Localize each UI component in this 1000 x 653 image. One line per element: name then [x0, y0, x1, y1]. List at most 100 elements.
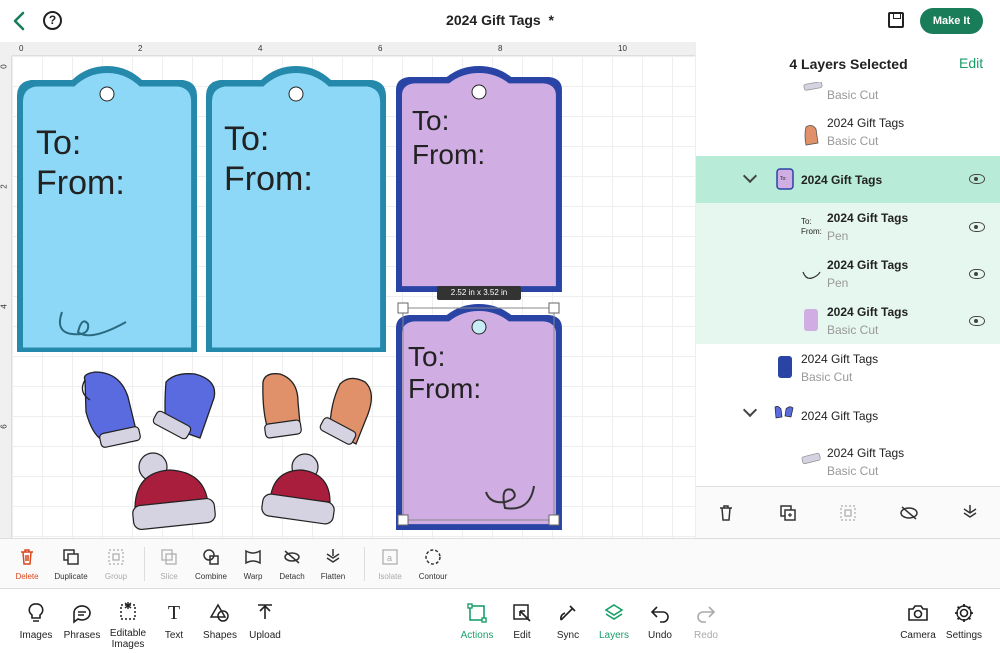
- flatten-button[interactable]: Flatten: [308, 547, 358, 581]
- layer-row[interactable]: 2024 Gift Tags Basic Cut: [696, 112, 1000, 159]
- sync-icon: [556, 601, 580, 625]
- layer-row[interactable]: 2024 Gift Tags Basic Cut: [696, 438, 1000, 482]
- redo-icon: [694, 601, 718, 625]
- svg-text:From:: From:: [224, 160, 313, 198]
- flatten-label: Flatten: [320, 572, 346, 581]
- settings-button[interactable]: Settings: [934, 601, 994, 641]
- delete-label: Delete: [15, 572, 39, 581]
- redo-button[interactable]: Redo: [676, 601, 736, 641]
- bottom-nav: Images Phrases Editable Images T Text Sh…: [0, 588, 1000, 653]
- red-hat-1[interactable]: [132, 452, 216, 531]
- layer-operation: Basic Cut: [827, 323, 879, 337]
- duplicate-icon[interactable]: [778, 503, 798, 523]
- upload-icon: [253, 601, 277, 625]
- tag-to-text: To:: [36, 124, 81, 162]
- purple-tag-thumbnail-icon: [800, 307, 822, 333]
- speech-bubble-icon: [70, 601, 94, 625]
- purple-tag-2[interactable]: To: From:: [396, 304, 562, 530]
- svg-text:To:: To:: [412, 105, 449, 136]
- group-button[interactable]: Group: [91, 547, 141, 581]
- purple-tag-1[interactable]: To: From:: [396, 66, 562, 292]
- upload-button[interactable]: Upload: [235, 601, 295, 641]
- editable-image-icon: [116, 599, 140, 623]
- orange-mittens[interactable]: [262, 373, 372, 446]
- blue-tag-1[interactable]: To: From:: [17, 66, 197, 352]
- layer-operation: Basic Cut: [827, 88, 879, 102]
- layer-name: 2024 Gift Tags: [801, 352, 879, 366]
- trash-icon[interactable]: [716, 503, 736, 523]
- redo-label: Redo: [694, 630, 718, 641]
- layer-row[interactable]: 2024 Gift Tags Basic Cut: [696, 344, 1000, 391]
- eye-icon[interactable]: [969, 222, 985, 232]
- group-icon[interactable]: [838, 503, 858, 523]
- isolate-icon: a: [380, 547, 400, 567]
- flatten-icon[interactable]: [960, 503, 980, 523]
- settings-label: Settings: [945, 630, 983, 641]
- canvas-artwork: To: From: To: From: To: From: To: From:: [17, 66, 562, 531]
- dimension-badge: 2.52 in x 3.52 in: [437, 286, 521, 300]
- layers-panel: 4 Layers Selected Edit Basic Cut 2024 Gi…: [695, 42, 1000, 538]
- chevron-down-icon[interactable]: [742, 168, 758, 184]
- trash-icon: [17, 547, 37, 567]
- undo-icon: [648, 601, 672, 625]
- layer-name: 2024 Gift Tags: [827, 211, 909, 225]
- lightbulb-icon: [24, 601, 48, 625]
- combine-icon: [201, 547, 221, 567]
- svg-text:To:: To:: [224, 120, 269, 158]
- blue-tag-thumbnail-icon: [774, 354, 796, 380]
- make-it-button[interactable]: Make It: [920, 8, 983, 34]
- layer-group-header[interactable]: 2024 Gift Tags: [696, 391, 1000, 438]
- layers-panel-title: 4 Layers Selected: [789, 56, 908, 72]
- layer-name: 2024 Gift Tags: [827, 116, 905, 130]
- contour-button[interactable]: Contour: [408, 547, 458, 581]
- layer-row[interactable]: To: From: 2024 Gift Tags Pen: [696, 203, 1000, 250]
- mittens-thumbnail-icon: [772, 401, 794, 427]
- design-canvas[interactable]: 0 2 4 6 8 10 0 2 4 6 To: From: To: From:…: [0, 42, 695, 538]
- svg-text:From:: From:: [408, 373, 481, 404]
- contour-label: Contour: [418, 572, 448, 581]
- gear-icon: [952, 601, 976, 625]
- duplicate-button[interactable]: Duplicate: [46, 547, 96, 581]
- blue-mittens[interactable]: [81, 371, 216, 448]
- eye-icon[interactable]: [969, 316, 985, 326]
- text-thumbnail-icon: To: From:: [800, 213, 822, 239]
- svg-text:To:: To:: [408, 341, 445, 372]
- document-title-text: 2024 Gift Tags: [446, 12, 541, 28]
- layers-edit-button[interactable]: Edit: [959, 55, 983, 71]
- blue-tag-2[interactable]: To: From:: [206, 66, 386, 352]
- layers-icon: [602, 601, 626, 625]
- svg-text:a: a: [387, 553, 392, 563]
- svg-text:To:: To:: [780, 176, 787, 182]
- layer-row[interactable]: 2024 Gift Tags Pen: [696, 250, 1000, 297]
- red-hat-2[interactable]: [261, 453, 335, 525]
- layer-list[interactable]: Basic Cut 2024 Gift Tags Basic Cut To: 2…: [696, 82, 1000, 482]
- layer-name: 2024 Gift Tags: [827, 446, 905, 460]
- detach-icon: [282, 547, 302, 567]
- actions-icon: [465, 601, 489, 625]
- unsaved-marker: *: [548, 12, 554, 28]
- hide-icon[interactable]: [899, 503, 919, 523]
- squiggle-thumbnail-icon: [800, 260, 822, 286]
- layer-name: 2024 Gift Tags: [827, 305, 909, 319]
- svg-text:From:: From:: [412, 139, 485, 170]
- warp-icon: [243, 547, 263, 567]
- layer-operation: Pen: [827, 276, 849, 290]
- text-icon: T: [167, 602, 181, 624]
- tag-thumbnail-icon: To:: [774, 166, 796, 192]
- save-icon[interactable]: [888, 12, 904, 28]
- eye-icon[interactable]: [969, 269, 985, 279]
- layer-group-header[interactable]: To: 2024 Gift Tags: [696, 156, 1000, 203]
- top-bar: ? 2024 Gift Tags * Make It: [0, 0, 1000, 42]
- delete-button[interactable]: Delete: [2, 547, 52, 581]
- chevron-down-icon[interactable]: [742, 402, 758, 418]
- layer-row[interactable]: 2024 Gift Tags Basic Cut: [696, 297, 1000, 344]
- edit-icon: [510, 601, 534, 625]
- layer-group-name: 2024 Gift Tags: [801, 173, 883, 187]
- shapes-icon: [208, 601, 232, 625]
- upload-label: Upload: [249, 630, 281, 641]
- svg-text:To:: To:: [801, 217, 812, 226]
- layer-operation: Basic Cut: [801, 370, 853, 384]
- edit-toolbar: Delete Duplicate Group Slice Combine War…: [0, 538, 1000, 588]
- layer-operation: Basic Cut: [827, 464, 879, 478]
- eye-icon[interactable]: [969, 174, 985, 184]
